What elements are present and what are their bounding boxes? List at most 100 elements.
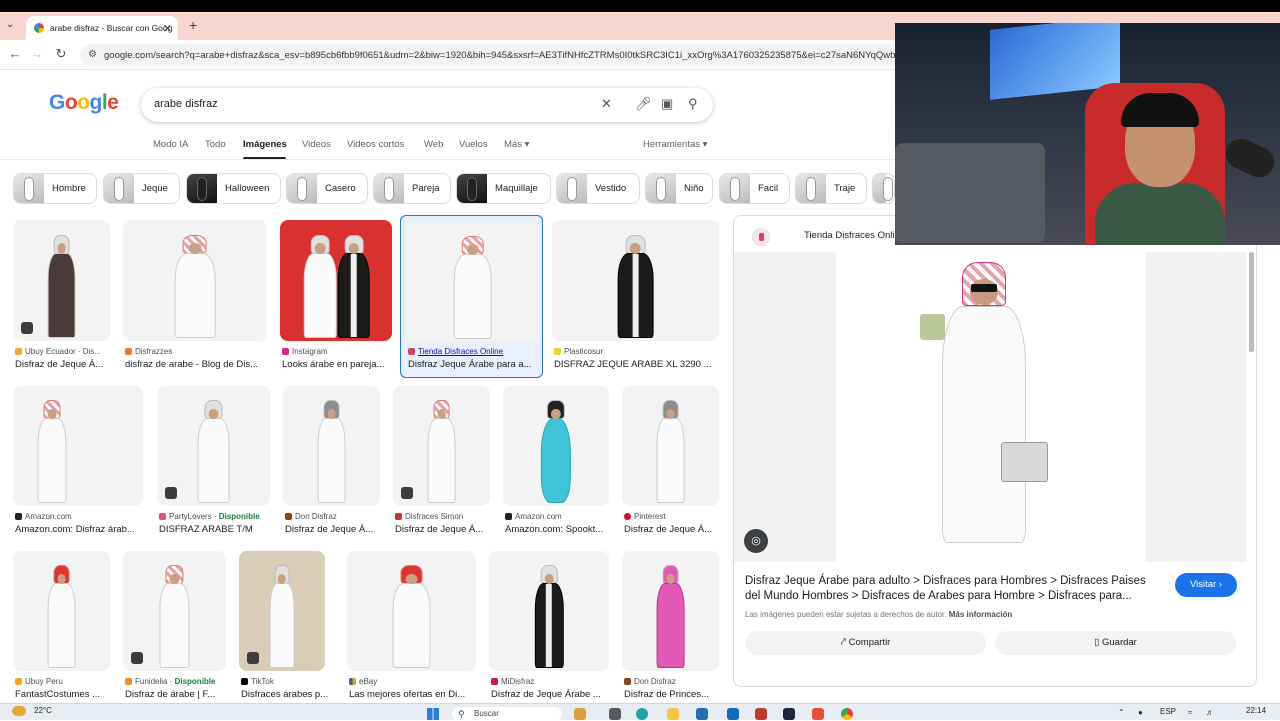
new-tab-plus-icon[interactable]: +	[189, 17, 197, 33]
image-result[interactable]: Ubuy Peru FantastCostumes ...	[13, 551, 110, 701]
chip-nino[interactable]: Niño	[645, 173, 713, 204]
image-result[interactable]: Don Disfraz Disfraz de Jeque Á...	[283, 386, 380, 538]
result-title[interactable]: Amazon.com: Disfraz árab...	[15, 524, 143, 535]
chip-maquillaje[interactable]: Maquillaje	[456, 173, 551, 204]
result-title[interactable]: Disfraz de Jeque Á...	[285, 524, 380, 535]
close-tab-icon[interactable]: ✕	[163, 22, 172, 35]
result-source[interactable]: Amazon.com	[505, 512, 609, 521]
save-button[interactable]: ▯ Guardar	[995, 631, 1236, 655]
image-result[interactable]: Plasticosur DISFRAZ JEQUE ARABE XL 3290 …	[552, 220, 719, 375]
site-info-icon[interactable]: ⚙	[88, 49, 97, 60]
forward-arrow-icon[interactable]: →	[28, 46, 46, 61]
result-source[interactable]: Ubuy Ecuador · Dis...	[15, 347, 110, 356]
result-title[interactable]: Disfraz Jeque Árabe para a...	[408, 359, 534, 370]
tray-chevron-icon[interactable]: ⌃	[1118, 708, 1125, 717]
browser-tab[interactable]: arabe disfraz - Buscar con Goog ✕	[26, 16, 178, 40]
chip-pareja[interactable]: Pareja	[373, 173, 451, 204]
search-icon[interactable]: ⚲	[688, 96, 698, 112]
result-image[interactable]	[552, 220, 719, 341]
result-title[interactable]: Disfraz de Jeque Á...	[624, 524, 719, 535]
tab-list-chevron-icon[interactable]: ⌄	[6, 19, 14, 30]
search-input[interactable]: arabe disfraz ✕ 🎤︎ ▣ ⚲	[141, 88, 713, 122]
microphone-icon[interactable]: 🎤︎	[635, 96, 652, 112]
clear-icon[interactable]: ✕	[601, 96, 612, 112]
preview-image-area[interactable]	[734, 252, 1246, 562]
google-logo[interactable]: Google	[49, 91, 119, 115]
result-source[interactable]: Tienda Disfraces Online	[408, 347, 528, 356]
result-title[interactable]: FantastCostumes ...	[15, 689, 110, 700]
result-title[interactable]: Disfraz de Jeque Á...	[395, 524, 490, 535]
image-result[interactable]: Funidelia · Disponible Disfraz de árabe …	[123, 551, 226, 701]
lens-search-icon[interactable]: ◎	[744, 529, 768, 553]
tray-mic-icon[interactable]: ●	[1138, 708, 1143, 717]
result-image[interactable]	[347, 551, 476, 671]
result-image[interactable]	[123, 220, 267, 341]
image-result[interactable]: TikTok Disfraces árabes p...	[239, 551, 328, 701]
result-source[interactable]: PartyLovers · Disponible	[159, 512, 270, 521]
tab-todo[interactable]: Todo	[205, 139, 226, 150]
tab-vuelos[interactable]: Vuelos	[459, 139, 488, 150]
result-title[interactable]: Disfraz de árabe | F...	[125, 689, 226, 700]
wifi-icon[interactable]: ≈	[1188, 708, 1192, 717]
result-source[interactable]: Don Disfraz	[285, 512, 380, 521]
result-image[interactable]	[622, 551, 719, 671]
image-result[interactable]: Amazon.com Amazon.com: Disfraz árab...	[13, 386, 143, 538]
result-source[interactable]: Amazon.com	[15, 512, 143, 521]
image-result[interactable]: Pinterest Disfraz de Jeque Á...	[622, 386, 719, 538]
result-source[interactable]: Funidelia · Disponible	[125, 677, 226, 686]
result-source[interactable]: Plasticosur	[554, 347, 714, 356]
image-result[interactable]: eBay Las mejores ofertas en Di...	[347, 551, 476, 701]
weather-widget[interactable]: 22°C	[12, 706, 52, 716]
result-title[interactable]: Disfraz de Princes...	[624, 689, 719, 700]
result-source[interactable]: MiDisfraz	[491, 677, 609, 686]
file-explorer-icon[interactable]	[667, 708, 679, 720]
result-image[interactable]	[406, 221, 539, 342]
visit-button[interactable]: Visitar ›	[1175, 573, 1237, 597]
image-result-selected[interactable]: Tienda Disfraces Online Disfraz Jeque Ár…	[400, 215, 543, 378]
preview-title[interactable]: Disfraz Jeque Árabe para adulto > Disfra…	[745, 574, 1155, 604]
outlook-icon[interactable]	[727, 708, 739, 720]
lens-camera-icon[interactable]: ▣	[661, 96, 673, 112]
chip-partial[interactable]	[872, 173, 895, 204]
result-title[interactable]: Looks árabe en pareja...	[282, 359, 392, 370]
taskbar-app-icon[interactable]	[574, 708, 586, 720]
preview-site-name[interactable]: Tienda Disfraces Online	[804, 230, 905, 241]
result-title[interactable]: Disfraces árabes p...	[241, 689, 336, 700]
result-source[interactable]: TikTok	[241, 677, 325, 686]
image-result[interactable]: Amazon.com Amazon.com: Spookt...	[503, 386, 609, 538]
language-indicator[interactable]: ESP	[1160, 707, 1176, 716]
volume-icon[interactable]: ♬	[1206, 708, 1214, 717]
clock[interactable]: 22:14	[1246, 706, 1266, 715]
result-title[interactable]: DISFRAZ ARABE T/M	[159, 524, 270, 535]
result-image[interactable]	[13, 386, 143, 506]
address-bar[interactable]: ⚙ google.com/search?q=arabe+disfraz&sca_…	[80, 44, 900, 66]
result-image[interactable]	[13, 551, 110, 671]
image-result[interactable]: PartyLovers · Disponible DISFRAZ ARABE T…	[157, 386, 270, 538]
result-image[interactable]	[622, 386, 719, 506]
tab-mas[interactable]: Más ▾	[504, 139, 529, 150]
result-source[interactable]: Pinterest	[624, 512, 719, 521]
chip-jeque[interactable]: Jeque	[103, 173, 180, 204]
image-result[interactable]: MiDisfraz Disfraz de Jeque Árabe ...	[489, 551, 609, 701]
chip-facil[interactable]: Facil	[719, 173, 790, 204]
search-query[interactable]: arabe disfraz	[154, 98, 218, 110]
panel-scrollbar[interactable]	[1249, 252, 1254, 352]
result-image[interactable]	[503, 386, 609, 506]
result-source[interactable]: eBay	[349, 677, 476, 686]
tab-imagenes[interactable]: Imágenes	[243, 139, 287, 150]
chip-halloween[interactable]: Halloween	[186, 173, 281, 204]
task-view-icon[interactable]	[609, 708, 621, 720]
preview-image[interactable]	[836, 252, 1146, 562]
chip-hombre[interactable]: Hombre	[13, 173, 97, 204]
chip-traje[interactable]: Traje	[795, 173, 867, 204]
result-title[interactable]: DISFRAZ JEQUE ARABE XL 3290 ...	[554, 359, 719, 370]
image-result[interactable]: Disfraces Simon Disfraz de Jeque Á...	[393, 386, 490, 538]
result-image[interactable]	[489, 551, 609, 671]
image-result[interactable]: Instagram Looks árabe en pareja...	[280, 220, 392, 375]
result-source[interactable]: Disfraces Simon	[395, 512, 490, 521]
reload-icon[interactable]: ↻	[52, 46, 70, 62]
more-info-link[interactable]: Más información	[949, 610, 1013, 619]
result-image[interactable]	[280, 220, 392, 341]
result-title[interactable]: Las mejores ofertas en Di...	[349, 689, 476, 700]
tab-videos-cortos[interactable]: Videos cortos	[347, 139, 404, 150]
